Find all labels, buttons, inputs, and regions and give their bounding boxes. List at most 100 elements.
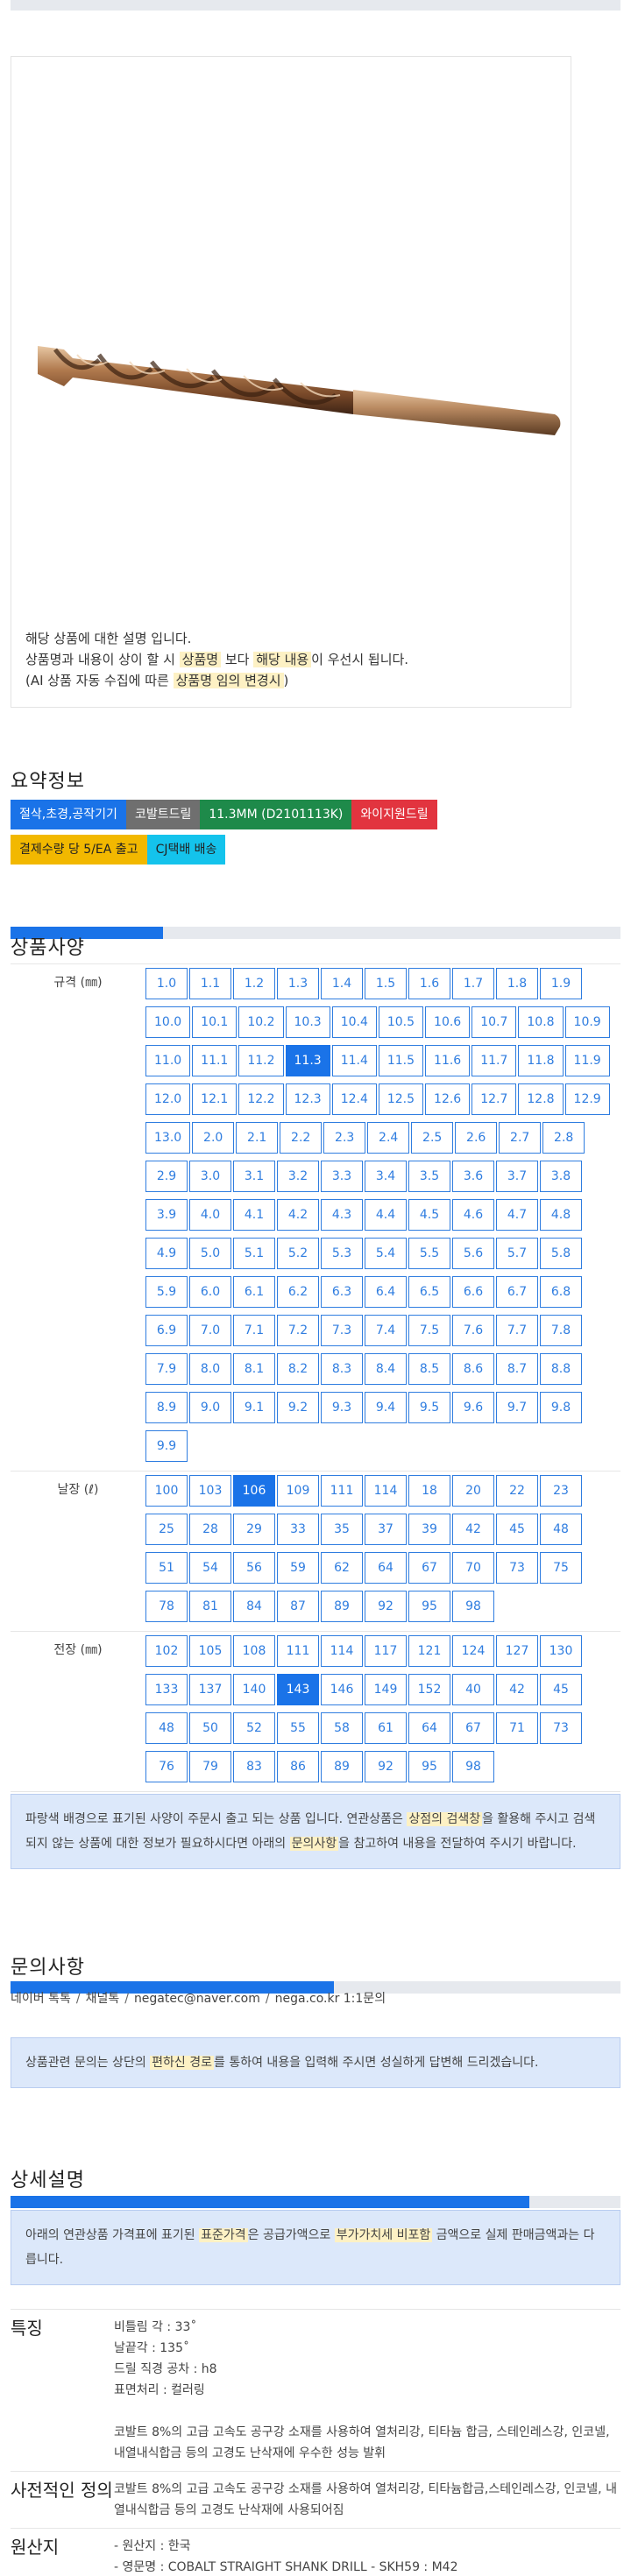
spec-option-button[interactable]: 12.8 xyxy=(518,1083,564,1115)
spec-option-button[interactable]: 108 xyxy=(233,1635,275,1667)
spec-option-button[interactable]: 5.5 xyxy=(408,1238,450,1269)
spec-option-button[interactable]: 3.6 xyxy=(452,1161,494,1192)
spec-option-button[interactable]: 40 xyxy=(452,1674,494,1705)
spec-option-button[interactable]: 12.2 xyxy=(238,1083,284,1115)
spec-option-button[interactable]: 73 xyxy=(496,1552,538,1584)
spec-option-button[interactable]: 7.8 xyxy=(540,1315,582,1346)
spec-option-button[interactable]: 42 xyxy=(452,1514,494,1545)
spec-option-button[interactable]: 87 xyxy=(277,1591,319,1622)
spec-option-button[interactable]: 12.6 xyxy=(425,1083,471,1115)
spec-option-button[interactable]: 11.2 xyxy=(238,1045,284,1076)
spec-option-button[interactable]: 5.4 xyxy=(365,1238,407,1269)
spec-option-button[interactable]: 42 xyxy=(496,1674,538,1705)
spec-option-button[interactable]: 11.9 xyxy=(564,1045,610,1076)
spec-option-button[interactable]: 4.4 xyxy=(365,1199,407,1231)
spec-option-button[interactable]: 9.9 xyxy=(145,1430,188,1462)
spec-option-button[interactable]: 2.9 xyxy=(145,1161,188,1192)
spec-option-button[interactable]: 9.0 xyxy=(189,1392,231,1423)
spec-option-button[interactable]: 3.0 xyxy=(189,1161,231,1192)
spec-option-button[interactable]: 5.2 xyxy=(277,1238,319,1269)
spec-option-button[interactable]: 67 xyxy=(408,1552,450,1584)
spec-option-button[interactable]: 137 xyxy=(189,1674,231,1705)
spec-option-button[interactable]: 55 xyxy=(277,1712,319,1744)
spec-option-button[interactable]: 152 xyxy=(408,1674,450,1705)
spec-option-button[interactable]: 1.9 xyxy=(540,968,582,999)
spec-option-button[interactable]: 83 xyxy=(233,1751,275,1782)
spec-option-button[interactable]: 3.3 xyxy=(321,1161,363,1192)
spec-option-button[interactable]: 12.4 xyxy=(331,1083,377,1115)
spec-option-button[interactable]: 105 xyxy=(189,1635,231,1667)
spec-option-button[interactable]: 95 xyxy=(408,1751,450,1782)
spec-option-button[interactable]: 13.0 xyxy=(145,1122,191,1154)
spec-option-button[interactable]: 1.1 xyxy=(189,968,231,999)
spec-option-button[interactable]: 12.0 xyxy=(145,1083,191,1115)
spec-option-button[interactable]: 73 xyxy=(540,1712,582,1744)
spec-option-button[interactable]: 1.5 xyxy=(365,968,407,999)
spec-option-button[interactable]: 4.9 xyxy=(145,1238,188,1269)
spec-option-button[interactable]: 98 xyxy=(452,1751,494,1782)
spec-option-button[interactable]: 54 xyxy=(189,1552,231,1584)
contact-link[interactable]: negatec@naver.com xyxy=(134,1992,260,2006)
spec-option-button[interactable]: 11.5 xyxy=(378,1045,424,1076)
spec-option-button[interactable]: 1.6 xyxy=(408,968,450,999)
spec-option-button[interactable]: 29 xyxy=(233,1514,275,1545)
spec-option-button[interactable]: 103 xyxy=(189,1475,231,1507)
spec-option-button[interactable]: 2.5 xyxy=(411,1122,454,1154)
spec-option-button[interactable]: 45 xyxy=(540,1674,582,1705)
spec-option-button[interactable]: 2.3 xyxy=(323,1122,366,1154)
spec-option-button[interactable]: 12.9 xyxy=(564,1083,610,1115)
spec-option-button[interactable]: 86 xyxy=(277,1751,319,1782)
spec-option-button[interactable]: 5.7 xyxy=(496,1238,538,1269)
spec-option-button[interactable]: 81 xyxy=(189,1591,231,1622)
spec-option-button[interactable]: 2.4 xyxy=(367,1122,410,1154)
spec-option-button[interactable]: 10.5 xyxy=(378,1006,424,1038)
spec-option-button[interactable]: 10.1 xyxy=(192,1006,238,1038)
spec-option-button[interactable]: 3.8 xyxy=(540,1161,582,1192)
spec-option-button[interactable]: 12.3 xyxy=(285,1083,330,1115)
spec-option-button[interactable]: 2.1 xyxy=(236,1122,279,1154)
spec-option-button[interactable]: 3.1 xyxy=(233,1161,275,1192)
spec-option-button[interactable]: 48 xyxy=(540,1514,582,1545)
spec-option-button[interactable]: 56 xyxy=(233,1552,275,1584)
spec-option-button[interactable]: 9.6 xyxy=(452,1392,494,1423)
spec-option-button[interactable]: 9.8 xyxy=(540,1392,582,1423)
spec-option-button[interactable]: 1.8 xyxy=(496,968,538,999)
spec-option-button[interactable]: 114 xyxy=(365,1475,407,1507)
spec-option-button[interactable]: 3.4 xyxy=(365,1161,407,1192)
spec-option-button[interactable]: 143 xyxy=(277,1674,319,1705)
spec-option-button[interactable]: 5.1 xyxy=(233,1238,275,1269)
spec-option-button[interactable]: 59 xyxy=(277,1552,319,1584)
spec-option-button[interactable]: 140 xyxy=(233,1674,275,1705)
spec-option-button[interactable]: 3.2 xyxy=(277,1161,319,1192)
spec-option-button[interactable]: 64 xyxy=(408,1712,450,1744)
spec-option-button[interactable]: 70 xyxy=(452,1552,494,1584)
spec-option-button[interactable]: 9.1 xyxy=(233,1392,275,1423)
spec-option-button[interactable]: 4.1 xyxy=(233,1199,275,1231)
spec-option-button[interactable]: 10.9 xyxy=(564,1006,610,1038)
spec-option-button[interactable]: 7.2 xyxy=(277,1315,319,1346)
spec-option-button[interactable]: 7.4 xyxy=(365,1315,407,1346)
spec-option-button[interactable]: 133 xyxy=(145,1674,188,1705)
spec-option-button[interactable]: 22 xyxy=(496,1475,538,1507)
spec-option-button[interactable]: 9.3 xyxy=(321,1392,363,1423)
spec-option-button[interactable]: 6.6 xyxy=(452,1276,494,1308)
spec-option-button[interactable]: 12.5 xyxy=(378,1083,424,1115)
contact-link[interactable]: 채널톡 xyxy=(86,1992,120,2006)
spec-option-button[interactable]: 10.3 xyxy=(285,1006,330,1038)
spec-option-button[interactable]: 100 xyxy=(145,1475,188,1507)
spec-option-button[interactable]: 11.8 xyxy=(518,1045,564,1076)
spec-option-button[interactable]: 1.0 xyxy=(145,968,188,999)
spec-option-button[interactable]: 45 xyxy=(496,1514,538,1545)
spec-option-button[interactable]: 64 xyxy=(365,1552,407,1584)
spec-option-button[interactable]: 6.5 xyxy=(408,1276,450,1308)
spec-option-button[interactable]: 9.2 xyxy=(277,1392,319,1423)
spec-option-button[interactable]: 12.7 xyxy=(471,1083,517,1115)
spec-option-button[interactable]: 6.4 xyxy=(365,1276,407,1308)
spec-option-button[interactable]: 78 xyxy=(145,1591,188,1622)
spec-option-button[interactable]: 114 xyxy=(321,1635,363,1667)
contact-link[interactable]: nega.co.kr 1:1문의 xyxy=(275,1992,386,2006)
spec-option-button[interactable]: 7.3 xyxy=(321,1315,363,1346)
spec-option-button[interactable]: 8.8 xyxy=(540,1353,582,1385)
spec-option-button[interactable]: 4.3 xyxy=(321,1199,363,1231)
spec-option-button[interactable]: 48 xyxy=(145,1712,188,1744)
